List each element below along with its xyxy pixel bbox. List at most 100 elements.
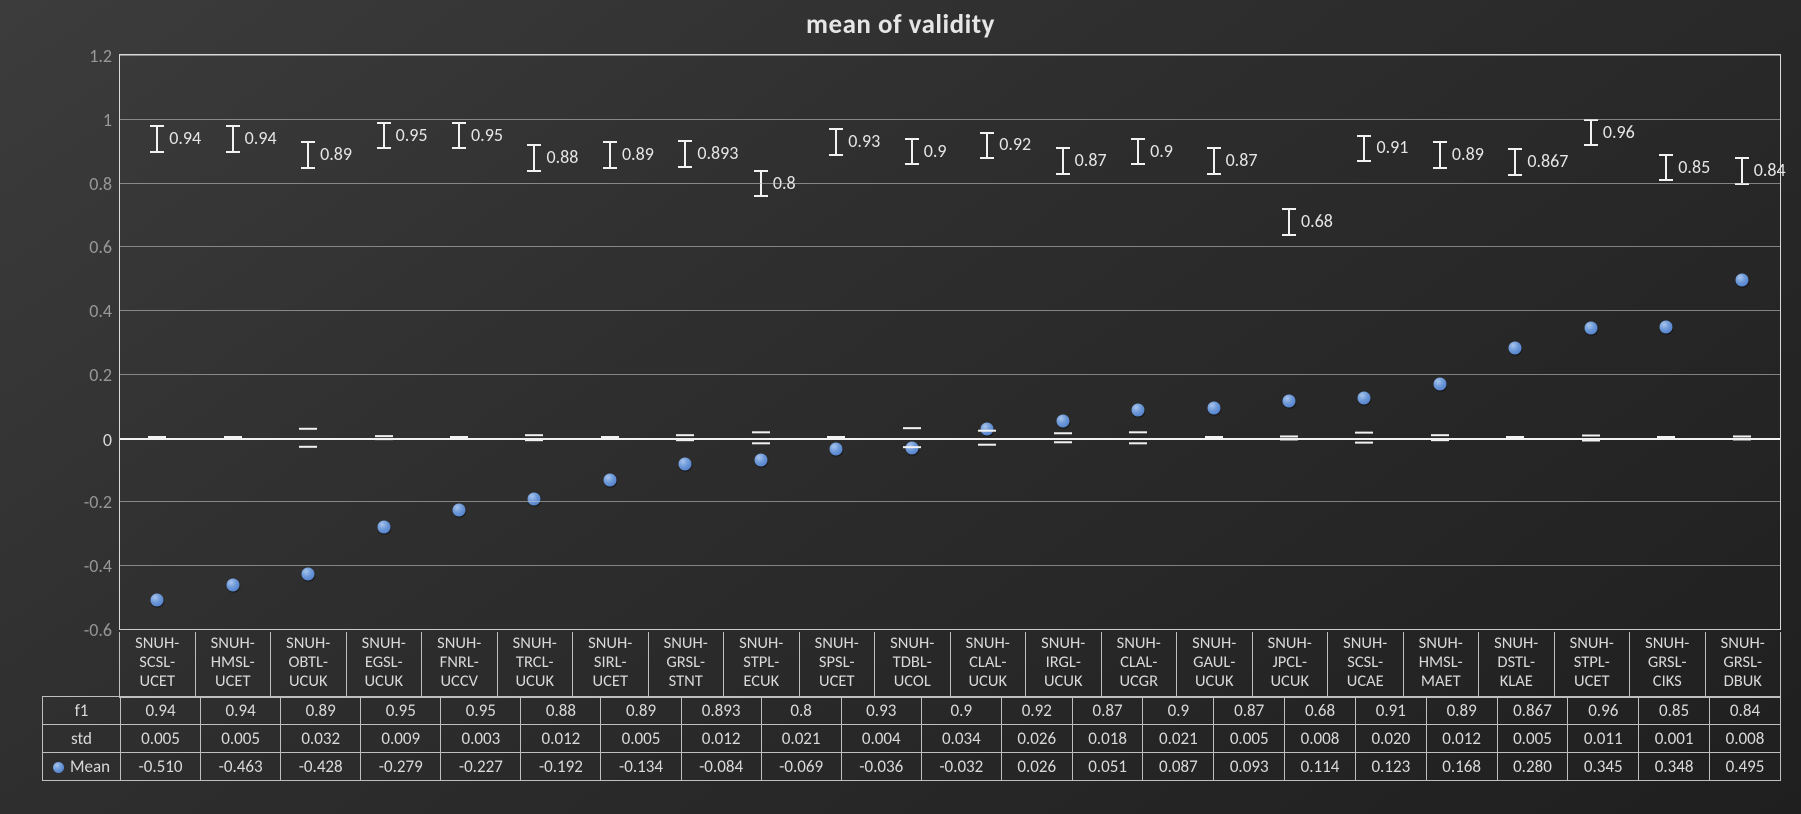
y-tick-label: -0.2 <box>84 491 120 513</box>
f1-error-cap-bottom <box>1357 160 1371 162</box>
f1-error-cap-top <box>1659 154 1673 156</box>
table-row-std-cell: 0.032 <box>281 725 361 753</box>
f1-error-cap-top <box>226 125 240 127</box>
plot-column: 0.95 <box>422 55 497 629</box>
category-label: SNUH-DSTL-KLAE <box>1478 632 1554 698</box>
f1-error-bar <box>1514 148 1516 174</box>
table-row-f1-cell: 0.87 <box>1072 697 1143 725</box>
chart-title: mean of validity <box>0 8 1801 41</box>
category-label: SNUH-GAUL-UCUK <box>1176 632 1252 698</box>
table-row-std-cell: 0.008 <box>1285 725 1356 753</box>
plot-column: 0.94 <box>120 55 195 629</box>
f1-error-cap-bottom <box>1056 173 1070 175</box>
y-tick-label: 1 <box>103 109 120 131</box>
category-label: SNUH-SCSL-UCAE <box>1327 632 1403 698</box>
f1-error-cap-top <box>678 140 692 142</box>
f1-error-bar <box>1062 147 1064 173</box>
f1-error-cap-top <box>1207 147 1221 149</box>
category-label: SNUH-GRSL-STNT <box>648 632 724 698</box>
f1-error-cap-top <box>1282 208 1296 210</box>
plot-column: 0.89 <box>271 55 346 629</box>
f1-error-bar <box>609 141 611 167</box>
f1-error-cap-bottom <box>527 170 541 172</box>
f1-error-cap-bottom <box>226 151 240 153</box>
table-row-std-cell: 0.005 <box>1214 725 1285 753</box>
category-label: SNUH-STPL-ECUK <box>723 632 799 698</box>
f1-error-bar <box>1288 208 1290 234</box>
f1-error-cap-bottom <box>1207 173 1221 175</box>
f1-error-bar <box>458 122 460 148</box>
f1-error-cap-top <box>1735 157 1749 159</box>
f1-error-bar <box>835 128 837 154</box>
f1-error-bar <box>1665 154 1667 180</box>
plot-column: 0.92 <box>950 55 1025 629</box>
plot-column: 0.9 <box>1101 55 1176 629</box>
f1-error-cap-top <box>377 122 391 124</box>
f1-error-bar <box>1137 138 1139 164</box>
plot-column: 0.94 <box>195 55 270 629</box>
f1-error-cap-top <box>1433 141 1447 143</box>
category-label: SNUH-FNRL-UCCV <box>421 632 497 698</box>
table-row-std-cell: 0.008 <box>1709 725 1780 753</box>
table-row-mean-cell: -0.463 <box>201 753 281 781</box>
f1-error-bar <box>533 144 535 170</box>
table-row-mean-cell: 0.114 <box>1285 753 1356 781</box>
f1-error-cap-bottom <box>754 195 768 197</box>
f1-error-cap-bottom <box>1282 234 1296 236</box>
table-row-f1-cell: 0.89 <box>601 697 681 725</box>
table-row-std-cell: 0.012 <box>521 725 601 753</box>
table-row-mean-cell: 0.051 <box>1072 753 1143 781</box>
y-tick-label: -0.6 <box>84 619 120 641</box>
f1-error-cap-top <box>527 144 541 146</box>
f1-error-cap-bottom <box>603 167 617 169</box>
f1-error-cap-bottom <box>1508 174 1522 176</box>
mean-data-point <box>528 492 541 505</box>
gridline: 1 <box>120 119 1780 120</box>
category-axis-labels: SNUH-SCSL-UCETSNUH-HMSL-UCETSNUH-OBTL-UC… <box>119 632 1781 698</box>
table-row-f1-cell: 0.88 <box>521 697 601 725</box>
category-label: SNUH-SPSL-UCET <box>799 632 875 698</box>
mean-data-point <box>1056 415 1069 428</box>
f1-error-cap-bottom <box>150 151 164 153</box>
table-row-mean-cell: 0.280 <box>1497 753 1568 781</box>
table-row-mean-cell: 0.495 <box>1709 753 1780 781</box>
table-row-mean-cell: -0.032 <box>921 753 1001 781</box>
f1-error-bar <box>232 125 234 151</box>
table-row-std-cell: 0.018 <box>1072 725 1143 753</box>
plot-column: 0.91 <box>1327 55 1402 629</box>
f1-error-cap-bottom <box>301 167 315 169</box>
table-row-f1-cell: 0.95 <box>361 697 441 725</box>
table-row-mean-cell: -0.069 <box>761 753 841 781</box>
table-row-mean-cell: -0.036 <box>841 753 921 781</box>
plot-column: 0.89 <box>573 55 648 629</box>
y-tick-label: 0.6 <box>89 236 120 258</box>
f1-error-cap-top <box>301 141 315 143</box>
mean-data-point <box>151 594 164 607</box>
category-label: SNUH-CLAL-UCGR <box>1101 632 1177 698</box>
f1-error-cap-bottom <box>452 147 466 149</box>
gridline: -0.4 <box>120 565 1780 566</box>
plot-column: 0.9 <box>875 55 950 629</box>
table-row-f1-cell: 0.94 <box>121 697 201 725</box>
y-tick-label: 0.8 <box>89 173 120 195</box>
f1-error-bar <box>1590 119 1592 145</box>
mean-data-point <box>302 568 315 581</box>
gridline: 0.8 <box>120 183 1780 184</box>
gridline: -0.6 <box>120 629 1780 630</box>
f1-error-cap-top <box>452 122 466 124</box>
table-row-std-cell: 0.005 <box>601 725 681 753</box>
f1-error-cap-top <box>905 138 919 140</box>
gridline: 0.2 <box>120 374 1780 375</box>
plot-column: 0.85 <box>1629 55 1704 629</box>
mean-data-point <box>1660 320 1673 333</box>
table-row-std: std0.0050.0050.0320.0090.0030.0120.0050.… <box>43 725 1781 753</box>
f1-error-cap-top <box>829 128 843 130</box>
mean-data-point <box>226 579 239 592</box>
table-row-f1-cell: 0.893 <box>681 697 761 725</box>
table-row-std-cell: 0.009 <box>361 725 441 753</box>
y-tick-label: 0.2 <box>89 364 120 386</box>
table-row-std-cell: 0.034 <box>921 725 1001 753</box>
f1-data-label: 0.9 <box>1150 140 1173 162</box>
f1-error-cap-top <box>754 170 768 172</box>
mean-data-point <box>830 443 843 456</box>
